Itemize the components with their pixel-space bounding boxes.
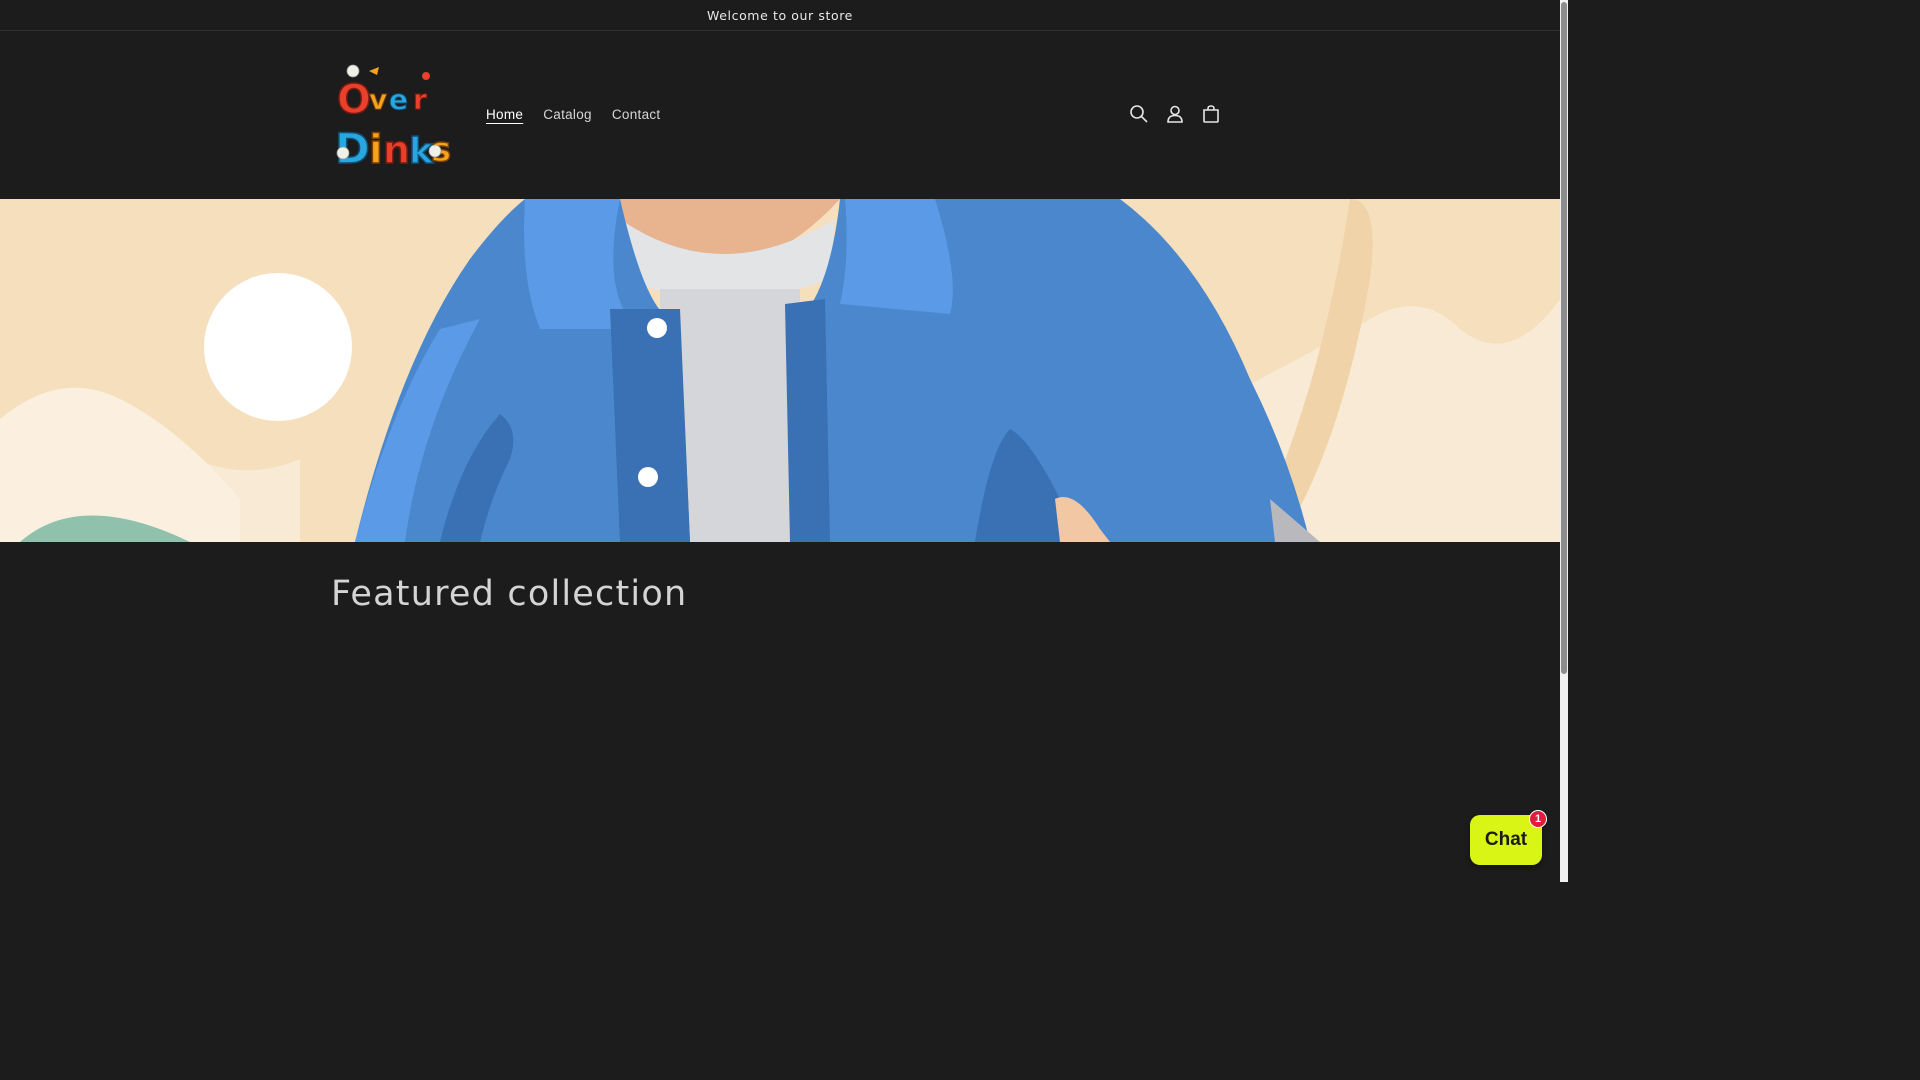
svg-text:e: e [389, 83, 408, 116]
svg-text:n: n [383, 128, 410, 172]
main-nav: Home Catalog Contact [486, 107, 680, 122]
header-icons [1128, 103, 1222, 125]
account-icon[interactable] [1164, 103, 1186, 125]
nav-contact[interactable]: Contact [612, 107, 661, 122]
cart-icon[interactable] [1200, 103, 1222, 125]
search-icon[interactable] [1128, 103, 1150, 125]
scrollbar-thumb[interactable] [1561, 2, 1567, 674]
nav-home[interactable]: Home [486, 107, 523, 122]
hero-banner [0, 199, 1560, 542]
chat-label: Chat [1484, 829, 1528, 850]
svg-text:r: r [413, 83, 427, 116]
svg-text:O: O [337, 77, 371, 123]
chat-notification-badge: 1 [1529, 810, 1547, 828]
svg-text:v: v [369, 83, 387, 116]
featured-collection-title: Featured collection [331, 574, 688, 614]
announcement-bar: Welcome to our store [0, 0, 1560, 31]
site-header: O v e r D i n k s Home Catalog Contact [0, 31, 1560, 199]
svg-text:i: i [369, 127, 383, 173]
store-logo[interactable]: O v e r D i n k s [331, 61, 457, 174]
announcement-text: Welcome to our store [707, 7, 853, 23]
nav-catalog[interactable]: Catalog [543, 107, 592, 122]
